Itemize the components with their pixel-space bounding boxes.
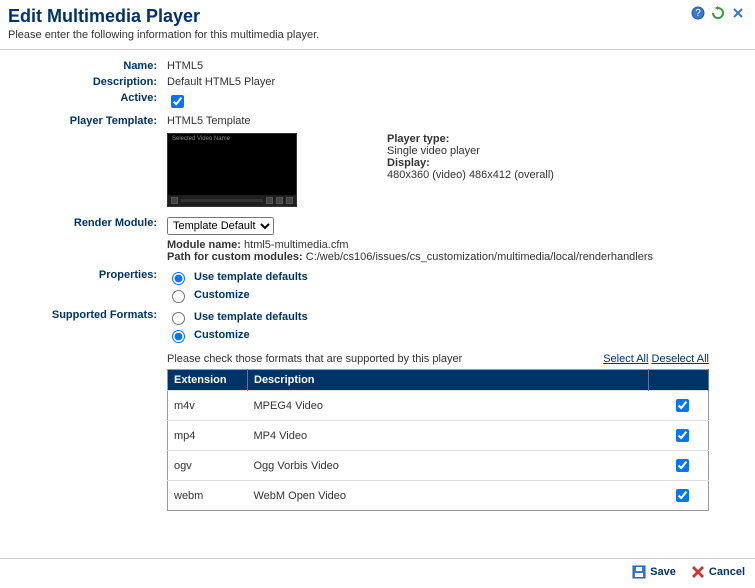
formats-use-defaults-label: Use template defaults	[194, 311, 308, 323]
fullscreen-icon[interactable]	[276, 197, 283, 204]
col-check	[649, 370, 709, 391]
display-label: Display:	[387, 157, 554, 169]
table-row: m4vMPEG4 Video	[168, 391, 709, 421]
col-extension: Extension	[168, 370, 248, 391]
close-icon[interactable]	[731, 6, 745, 20]
custom-path-label: Path for custom modules:	[167, 251, 303, 263]
module-name-value: html5-multimedia.cfm	[244, 239, 349, 251]
formats-use-defaults-radio[interactable]	[172, 312, 185, 325]
player-type-label: Player type:	[387, 133, 554, 145]
description-label: Description:	[0, 76, 163, 88]
save-icon	[632, 565, 646, 579]
format-checkbox[interactable]	[676, 489, 689, 502]
page-subtitle: Please enter the following information f…	[8, 29, 747, 41]
name-label: Name:	[0, 60, 163, 72]
divider	[0, 49, 755, 50]
menu-icon[interactable]	[286, 197, 293, 204]
svg-text:?: ?	[695, 8, 701, 19]
seek-track[interactable]	[181, 199, 263, 202]
volume-icon[interactable]	[266, 197, 273, 204]
cancel-button[interactable]: Cancel	[691, 565, 745, 579]
formats-customize-label: Customize	[194, 329, 250, 341]
formats-instruction: Please check those formats that are supp…	[167, 353, 462, 365]
properties-use-defaults-label: Use template defaults	[194, 271, 308, 283]
table-row: webmWebM Open Video	[168, 481, 709, 511]
format-ext: ogv	[168, 451, 248, 481]
format-checkbox[interactable]	[676, 459, 689, 472]
properties-use-defaults-radio[interactable]	[172, 272, 185, 285]
deselect-all-link[interactable]: Deselect All	[652, 353, 709, 365]
formats-customize-radio[interactable]	[172, 330, 185, 343]
format-ext: webm	[168, 481, 248, 511]
player-template-label: Player Template:	[0, 115, 163, 127]
custom-path-value: C:/web/cs106/issues/cs_customization/mul…	[306, 251, 653, 263]
save-button[interactable]: Save	[632, 565, 676, 579]
dialog-header: Edit Multimedia Player Please enter the …	[0, 0, 755, 43]
format-desc: MPEG4 Video	[248, 391, 649, 421]
select-all-link[interactable]: Select All	[603, 353, 648, 365]
format-checkbox[interactable]	[676, 399, 689, 412]
format-ext: m4v	[168, 391, 248, 421]
save-label: Save	[650, 566, 676, 578]
table-row: mp4MP4 Video	[168, 421, 709, 451]
properties-label: Properties:	[0, 269, 163, 305]
format-desc: MP4 Video	[248, 421, 649, 451]
player-info: Player type: Single video player Display…	[387, 133, 554, 181]
table-row: ogvOgg Vorbis Video	[168, 451, 709, 481]
render-module-label: Render Module:	[0, 217, 163, 263]
properties-customize-label: Customize	[194, 289, 250, 301]
name-value: HTML5	[163, 60, 755, 72]
module-name-label: Module name:	[167, 239, 241, 251]
page-title: Edit Multimedia Player	[8, 6, 747, 27]
cancel-icon	[691, 565, 705, 579]
formats-label: Supported Formats:	[0, 309, 163, 345]
dialog-footer: Save Cancel	[0, 558, 755, 588]
format-desc: Ogg Vorbis Video	[248, 451, 649, 481]
formats-table: Extension Description m4vMPEG4 Videomp4M…	[167, 369, 709, 511]
cancel-label: Cancel	[709, 566, 745, 578]
render-module-select[interactable]: Template Default	[167, 217, 274, 235]
play-icon[interactable]	[171, 197, 178, 204]
col-description: Description	[248, 370, 649, 391]
preview-title: Selected Video Name	[172, 136, 230, 142]
display-value: 480x360 (video) 486x412 (overall)	[387, 169, 554, 181]
properties-customize-radio[interactable]	[172, 290, 185, 303]
player-preview: Selected Video Name	[167, 133, 297, 207]
description-value: Default HTML5 Player	[163, 76, 755, 88]
refresh-icon[interactable]	[711, 6, 725, 20]
active-label: Active:	[0, 92, 163, 111]
format-ext: mp4	[168, 421, 248, 451]
player-type-value: Single video player	[387, 145, 554, 157]
player-template-value: HTML5 Template	[163, 115, 755, 127]
preview-controls	[168, 195, 296, 206]
format-checkbox[interactable]	[676, 429, 689, 442]
active-checkbox[interactable]	[171, 95, 184, 108]
help-icon[interactable]: ?	[691, 6, 705, 20]
format-desc: WebM Open Video	[248, 481, 649, 511]
form-body: Name: HTML5 Description: Default HTML5 P…	[0, 60, 755, 511]
